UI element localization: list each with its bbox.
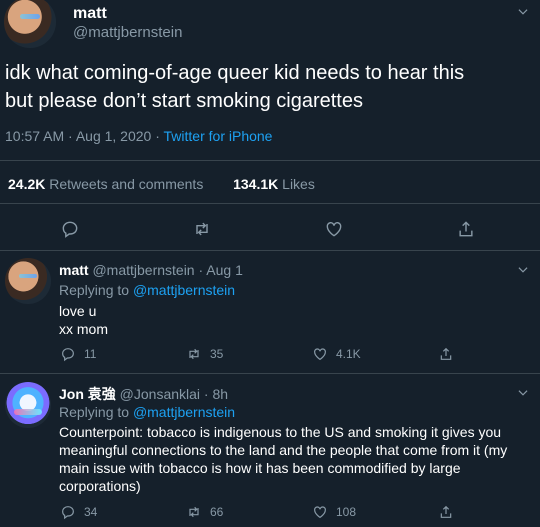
comment-icon bbox=[60, 346, 76, 362]
divider bbox=[0, 373, 540, 374]
share-icon bbox=[438, 346, 454, 362]
reply-retweet-action[interactable]: 35 bbox=[186, 346, 223, 362]
replying-to-link[interactable]: @mattjbernstein bbox=[133, 282, 235, 298]
reply-text-line: love u bbox=[59, 303, 97, 319]
share-icon bbox=[438, 504, 454, 520]
comment-count: 11 bbox=[84, 347, 97, 361]
divider bbox=[0, 250, 540, 251]
likes-stat[interactable]: 134.1K Likes bbox=[233, 176, 315, 192]
replying-label: Replying to bbox=[59, 282, 133, 298]
reply-header: matt @mattjbernstein · Aug 1 bbox=[59, 262, 243, 278]
likes-label: Likes bbox=[282, 176, 315, 192]
reply-header: Jon 袁強 @Jonsanklai · 8h bbox=[59, 384, 228, 404]
tweet-text-line: but please don’t start smoking cigarette… bbox=[5, 90, 363, 112]
replying-to: Replying to @mattjbernstein bbox=[59, 282, 235, 298]
retweet-count: 66 bbox=[210, 505, 224, 519]
retweet-icon bbox=[186, 346, 202, 362]
reply-handle-date[interactable]: @mattjbernstein · Aug 1 bbox=[92, 262, 242, 278]
chevron-down-icon[interactable] bbox=[516, 386, 530, 400]
chevron-down-icon[interactable] bbox=[516, 263, 530, 277]
tweet-meta: 10:57 AM · Aug 1, 2020 · Twitter for iPh… bbox=[5, 128, 272, 144]
reply-handle-date[interactable]: @Jonsanklai · 8h bbox=[120, 386, 228, 402]
reply-like-action[interactable]: 4.1K bbox=[312, 346, 361, 362]
tweet-thread: matt @mattjbernstein idk what coming-of-… bbox=[0, 0, 540, 527]
tweet-source[interactable]: Twitter for iPhone bbox=[164, 128, 273, 144]
heart-icon bbox=[312, 504, 328, 520]
author-name[interactable]: matt bbox=[73, 5, 107, 23]
reply-avatar[interactable] bbox=[5, 258, 51, 304]
replying-to: Replying to @mattjbernstein bbox=[59, 404, 235, 420]
reply-author-name[interactable]: matt bbox=[59, 262, 89, 278]
heart-icon[interactable] bbox=[324, 219, 344, 239]
like-count: 108 bbox=[336, 505, 357, 519]
tweet-text: idk what coming-of-age queer kid needs t… bbox=[5, 59, 525, 115]
reply-text-line: xx mom bbox=[59, 321, 108, 337]
replying-label: Replying to bbox=[59, 404, 133, 420]
divider bbox=[0, 160, 540, 161]
comment-count: 34 bbox=[84, 505, 98, 519]
reply-text: love u xx mom bbox=[59, 302, 529, 338]
retweet-count: 35 bbox=[210, 347, 224, 361]
replying-to-link[interactable]: @mattjbernstein bbox=[133, 404, 235, 420]
tweet-timestamp[interactable]: 10:57 AM · Aug 1, 2020 · bbox=[5, 128, 164, 144]
share-icon[interactable] bbox=[456, 219, 476, 239]
author-avatar[interactable] bbox=[4, 0, 56, 48]
reply-retweet-action[interactable]: 66 bbox=[186, 504, 223, 520]
heart-icon bbox=[312, 346, 328, 362]
reply-author-name[interactable]: Jon 袁強 bbox=[59, 386, 116, 402]
tweet-stats: 24.2K Retweets and comments 134.1K Likes bbox=[8, 176, 315, 192]
reply-share-action[interactable] bbox=[438, 346, 462, 362]
retweet-icon[interactable] bbox=[192, 219, 212, 239]
comment-icon[interactable] bbox=[60, 219, 80, 239]
retweets-stat[interactable]: 24.2K Retweets and comments bbox=[8, 176, 203, 192]
reply-comment-action[interactable]: 11 bbox=[60, 346, 96, 362]
reply-comment-action[interactable]: 34 bbox=[60, 504, 97, 520]
chevron-down-icon[interactable] bbox=[516, 5, 530, 19]
reply-text: Counterpoint: tobacco is indigenous to t… bbox=[59, 424, 508, 494]
like-count: 4.1K bbox=[336, 347, 361, 361]
reply-avatar[interactable] bbox=[5, 382, 51, 428]
comment-icon bbox=[60, 504, 76, 520]
retweets-count: 24.2K bbox=[8, 176, 46, 192]
author-handle[interactable]: @mattjbernstein bbox=[73, 24, 182, 41]
retweet-icon bbox=[186, 504, 202, 520]
reply-like-action[interactable]: 108 bbox=[312, 504, 356, 520]
likes-count: 134.1K bbox=[233, 176, 279, 192]
tweet-text-line: idk what coming-of-age queer kid needs t… bbox=[5, 62, 465, 84]
retweets-label: Retweets and comments bbox=[49, 176, 204, 192]
reply-share-action[interactable] bbox=[438, 504, 462, 520]
divider bbox=[0, 203, 540, 204]
